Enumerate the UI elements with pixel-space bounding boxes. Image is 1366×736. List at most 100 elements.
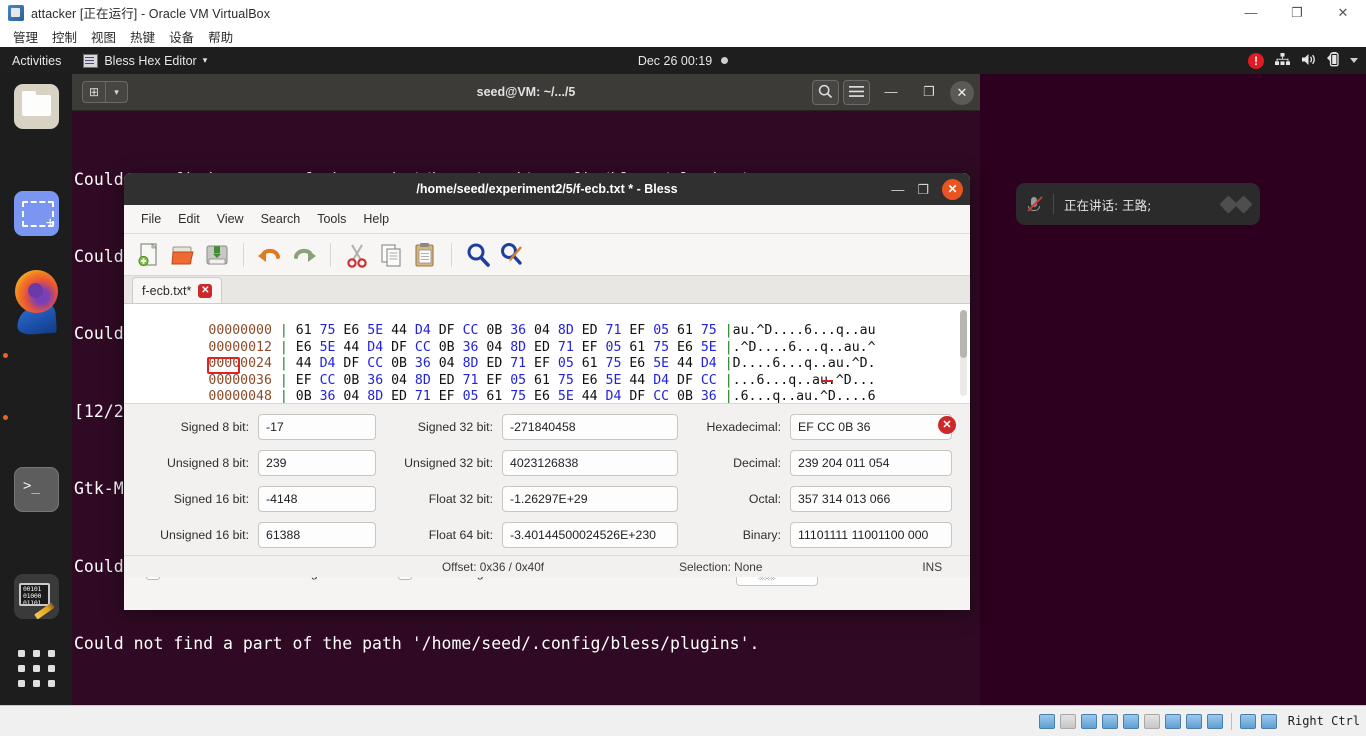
hex-byte[interactable]: 05 — [455, 389, 479, 403]
usb-icon[interactable] — [1122, 713, 1139, 729]
terminal-restore-button[interactable]: ❐ — [912, 80, 946, 105]
vbox-menu-control[interactable]: 控制 — [45, 26, 84, 47]
new-file-icon[interactable] — [134, 240, 164, 270]
tab-f-ecb-txt[interactable]: f-ecb.txt* ✕ — [132, 277, 223, 303]
vbox-menu-view[interactable]: 视图 — [84, 26, 123, 47]
search-icon[interactable] — [812, 80, 839, 105]
display-icon[interactable] — [1164, 713, 1181, 729]
hex-scrollbar[interactable] — [960, 310, 967, 396]
find-replace-icon[interactable] — [497, 240, 527, 270]
recording-icon[interactable] — [1206, 713, 1223, 729]
paste-icon[interactable] — [410, 240, 440, 270]
app-menu-button[interactable]: Bless Hex Editor ▾ — [73, 53, 217, 68]
vbox-menu-manage[interactable]: 管理 — [6, 26, 45, 47]
field-octal[interactable]: 357 314 013 066 — [790, 486, 952, 512]
hex-byte[interactable]: 5E — [550, 389, 574, 403]
status-offset: Offset: 0x36 / 0x40f — [442, 559, 545, 574]
hex-byte[interactable]: 36 — [693, 389, 717, 403]
hex-scrollbar-thumb[interactable] — [960, 310, 967, 358]
field-decimal[interactable]: 239 204 011 054 — [790, 450, 952, 476]
dock-item-files[interactable] — [14, 84, 59, 129]
vbox-minimize-button[interactable]: — — [1228, 0, 1274, 25]
field-signed-32-bit[interactable]: -271840458 — [502, 414, 678, 440]
field-binary[interactable]: 11101111 11001100 000 — [790, 522, 952, 548]
hex-byte[interactable]: 04 — [335, 389, 359, 403]
redo-icon[interactable] — [289, 240, 319, 270]
close-inspector-button[interactable]: ✕ — [938, 416, 956, 434]
field-unsigned-8-bit[interactable]: 239 — [258, 450, 376, 476]
hamburger-menu-icon[interactable] — [843, 80, 870, 105]
hex-byte[interactable]: E6 — [526, 389, 550, 403]
keyboard-icon[interactable] — [1260, 713, 1277, 729]
find-icon[interactable] — [463, 240, 493, 270]
mouse-icon[interactable] — [1239, 713, 1256, 729]
vbox-close-button[interactable]: ✕ — [1320, 0, 1366, 25]
hex-byte[interactable]: 44 — [574, 389, 598, 403]
field-unsigned-16-bit[interactable]: 61388 — [258, 522, 376, 548]
bless-close-button[interactable]: ✕ — [942, 178, 963, 200]
field-float-32-bit[interactable]: -1.26297E+29 — [502, 486, 678, 512]
field-signed-16-bit[interactable]: -4148 — [258, 486, 376, 512]
vbox-restore-button[interactable]: ❐ — [1274, 0, 1320, 25]
terminal-minimize-button[interactable]: — — [874, 80, 908, 105]
chevron-icon[interactable] — [1219, 194, 1253, 214]
remote-desktop-icon[interactable] — [1185, 713, 1202, 729]
activities-button[interactable]: Activities — [0, 54, 73, 68]
menu-view[interactable]: View — [210, 209, 251, 229]
dock-item-firefox[interactable] — [15, 270, 58, 313]
plus-icon: + — [45, 215, 55, 232]
close-icon[interactable]: ✕ — [198, 283, 213, 298]
copy-icon[interactable] — [376, 240, 406, 270]
terminal-close-button[interactable]: ✕ — [950, 80, 974, 105]
dock-item-bless[interactable]: 00101 01000 01101 — [14, 574, 59, 620]
virtualbox-titlebar: attacker [正在运行] - Oracle VM VirtualBox — [0, 0, 1366, 25]
field-hexadecimal[interactable]: EF CC 0B 36 — [790, 414, 952, 440]
hex-byte[interactable]: D4 — [598, 389, 622, 403]
menu-tools[interactable]: Tools — [310, 209, 353, 229]
open-file-icon[interactable] — [168, 240, 198, 270]
undo-icon[interactable] — [255, 240, 285, 270]
field-float-64-bit[interactable]: -3.40144500024526E+230 — [502, 522, 678, 548]
hex-byte[interactable]: DF — [621, 389, 645, 403]
hex-byte[interactable]: ED — [383, 389, 407, 403]
vbox-menu-devices[interactable]: 设备 — [162, 26, 201, 47]
bless-window[interactable]: /home/seed/experiment2/5/f-ecb.txt * - B… — [124, 173, 970, 610]
hex-byte[interactable]: CC — [645, 389, 669, 403]
dock-item-terminal[interactable] — [14, 467, 59, 512]
dock-item-screenshot[interactable]: + — [14, 191, 59, 236]
menu-edit[interactable]: Edit — [171, 209, 207, 229]
hex-row: 00000048 | 0B 36 04 8D ED 71 EF 05 61 75… — [129, 373, 970, 403]
floppy-icon[interactable] — [1080, 713, 1097, 729]
hex-byte[interactable]: 61 — [478, 389, 502, 403]
cut-icon[interactable] — [342, 240, 372, 270]
hex-byte[interactable]: 71 — [407, 389, 431, 403]
shared-folder-icon[interactable] — [1143, 713, 1160, 729]
field-unsigned-32-bit[interactable]: 4023126838 — [502, 450, 678, 476]
field-signed-8-bit[interactable]: -17 — [258, 414, 376, 440]
optical-disk-icon[interactable] — [1059, 713, 1076, 729]
notification-popup[interactable]: 正在讲话: 王路; — [1016, 183, 1260, 225]
save-file-icon[interactable] — [202, 240, 232, 270]
vbox-menu-hotkeys[interactable]: 热键 — [123, 26, 162, 47]
hex-byte[interactable]: 0B — [288, 389, 312, 403]
vbox-menu-help[interactable]: 帮助 — [201, 26, 240, 47]
label-signed-16-bit: Signed 16 bit: — [173, 492, 249, 506]
show-applications-button[interactable] — [18, 650, 55, 687]
hex-byte[interactable]: 0B — [669, 389, 693, 403]
menu-search[interactable]: Search — [254, 209, 308, 229]
bless-maximize-button[interactable]: ❐ — [917, 183, 929, 196]
hex-view[interactable]: 00000000 | 61 75 E6 5E 44 D4 DF CC 0B 36… — [124, 304, 970, 403]
hex-byte[interactable]: 75 — [502, 389, 526, 403]
network-icon[interactable] — [1101, 713, 1118, 729]
label-unsigned-8-bit: Unsigned 8 bit: — [166, 456, 249, 470]
system-tray[interactable]: ! — [1248, 47, 1358, 74]
data-inspector-panel: Signed 8 bit: -17 Signed 32 bit: -271840… — [124, 403, 970, 586]
hard-disk-icon[interactable] — [1038, 713, 1055, 729]
hex-byte[interactable]: 36 — [312, 389, 336, 403]
menu-help[interactable]: Help — [356, 209, 396, 229]
virtualbox-icon — [8, 4, 24, 21]
menu-file[interactable]: File — [134, 209, 168, 229]
hex-byte[interactable]: EF — [431, 389, 455, 403]
bless-minimize-button[interactable]: — — [891, 183, 904, 196]
hex-byte[interactable]: 8D — [359, 389, 383, 403]
